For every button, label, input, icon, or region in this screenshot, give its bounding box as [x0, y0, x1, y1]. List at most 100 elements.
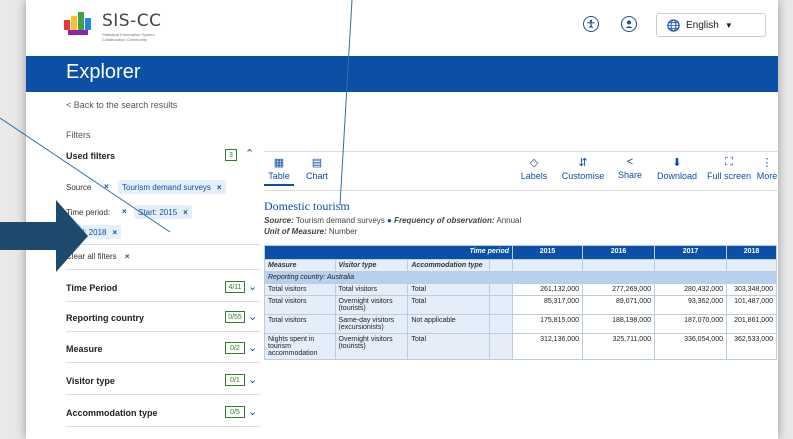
start-filter-chip[interactable]: Start: 2015 ×: [134, 205, 192, 219]
fullscreen-label: Full screen: [706, 171, 751, 181]
share-button[interactable]: < Share: [615, 156, 645, 180]
chevron-down-icon[interactable]: ⌄: [248, 373, 257, 386]
value-cell[interactable]: 89,071,000: [582, 295, 655, 315]
download-label: Download: [656, 171, 698, 181]
time-period-header: Time period: [264, 245, 513, 260]
table-row: Total visitors Overnight visitors (touri…: [264, 295, 777, 315]
dataset-unit-line: Unit of Measure: Number: [264, 227, 357, 236]
value-cell[interactable]: 175,815,000: [512, 314, 583, 334]
more-button[interactable]: ⋮ More: [756, 156, 778, 181]
empty-cell: [512, 259, 583, 272]
filter-count-badge: 0/1: [225, 374, 245, 386]
clear-all-filters-link[interactable]: Clear all filters ×: [66, 252, 130, 261]
back-to-search-link[interactable]: < Back to the search results: [66, 100, 177, 110]
empty-cell: [726, 259, 777, 272]
unit-meta-value: Number: [328, 227, 358, 236]
data-table: Time period 2015 2016 2017 2018 Measure …: [264, 245, 777, 360]
value-cell[interactable]: 280,432,000: [654, 283, 727, 296]
more-icon: ⋮: [761, 157, 773, 169]
close-icon: ×: [124, 252, 130, 261]
filter-count-badge: 0/2: [225, 342, 245, 354]
accommodation-cell: Total: [407, 333, 491, 360]
customise-button[interactable]: ⇵ Customise: [560, 156, 606, 181]
year-header[interactable]: 2017: [654, 245, 727, 260]
language-selector[interactable]: English ▼: [656, 13, 766, 37]
customise-icon: ⇵: [578, 157, 588, 169]
value-cell[interactable]: 362,533,000: [726, 333, 777, 360]
close-icon[interactable]: ×: [112, 228, 117, 237]
accommodation-cell: Not applicable: [407, 314, 491, 334]
chart-icon: ▤: [311, 157, 323, 169]
visitor-type-cell: Total visitors: [334, 283, 409, 296]
empty-cell: [489, 259, 513, 272]
customise-label: Customise: [561, 171, 605, 181]
language-label: English: [686, 19, 719, 31]
top-bar: SIS-CC Statistical Information System Co…: [26, 0, 778, 56]
source-meta-value: Tourism demand surveys: [295, 216, 385, 225]
chart-label: Chart: [305, 171, 328, 181]
divider: [66, 331, 260, 332]
logo-title: SIS-CC: [102, 11, 162, 31]
accessibility-icon[interactable]: [583, 16, 599, 32]
remove-source-icon[interactable]: ×: [104, 182, 109, 191]
accommodation-col-header: Accommodation type: [407, 259, 491, 272]
chevron-down-icon[interactable]: ⌄: [248, 280, 257, 293]
value-cell[interactable]: 312,136,000: [512, 333, 583, 360]
start-chip-label: Start: 2015: [138, 207, 178, 217]
chevron-down-icon[interactable]: ⌄: [248, 341, 257, 354]
chevron-down-icon[interactable]: ⌄: [248, 405, 257, 418]
frequency-meta-label: Frequency of observation:: [394, 216, 495, 225]
value-cell[interactable]: 85,317,000: [512, 295, 583, 315]
download-button[interactable]: ⬇ Download: [653, 156, 701, 181]
table-view-button[interactable]: ▦ Table: [264, 156, 294, 186]
measure-col-header: Measure: [264, 259, 336, 272]
value-cell[interactable]: 101,487,000: [726, 295, 777, 315]
chart-view-button[interactable]: ▤ Chart: [304, 156, 330, 181]
empty-cell: [489, 314, 513, 334]
divider: [66, 394, 260, 395]
end-filter-chip[interactable]: End: 2018 ×: [66, 225, 122, 239]
chevron-up-icon[interactable]: ⌃: [245, 147, 254, 160]
source-filter-chip[interactable]: Tourism demand surveys ×: [118, 180, 226, 194]
visitor-type-col-header: Visitor type: [334, 259, 409, 272]
visitor-type-cell: Overnight visitors (tourists): [334, 333, 409, 360]
fullscreen-button[interactable]: ⛶ Full screen: [705, 156, 753, 181]
close-icon[interactable]: ×: [183, 208, 188, 217]
globe-icon: [667, 18, 680, 32]
divider: [66, 362, 260, 363]
accommodation-cell: Total: [407, 283, 491, 296]
value-cell[interactable]: 303,348,000: [726, 283, 777, 296]
sis-cc-logo[interactable]: SIS-CC Statistical Information System Co…: [60, 8, 190, 48]
value-cell[interactable]: 201,861,000: [726, 314, 777, 334]
remove-time-period-icon[interactable]: ×: [122, 207, 127, 216]
year-header[interactable]: 2016: [582, 245, 655, 260]
value-cell[interactable]: 277,269,000: [582, 283, 655, 296]
chevron-down-icon[interactable]: ⌄: [248, 310, 257, 323]
measure-cell: Total visitors: [264, 283, 336, 296]
more-label: More: [756, 171, 778, 181]
filters-title: Filters: [66, 130, 91, 140]
close-icon[interactable]: ×: [217, 183, 222, 192]
value-cell[interactable]: 187,070,000: [654, 314, 727, 334]
logo-subtitle: Statistical Information System Collabora…: [102, 32, 155, 42]
labels-label: Labels: [520, 171, 548, 181]
divider: [66, 269, 260, 270]
value-cell[interactable]: 325,711,000: [582, 333, 655, 360]
value-cell[interactable]: 93,362,000: [654, 295, 727, 315]
empty-cell: [654, 259, 727, 272]
unit-meta-label: Unit of Measure:: [264, 227, 327, 236]
value-cell[interactable]: 261,132,000: [512, 283, 583, 296]
explorer-brand[interactable]: Explorer: [66, 61, 140, 84]
year-header[interactable]: 2015: [512, 245, 583, 260]
source-chip-label: Tourism demand surveys: [122, 182, 211, 192]
account-icon[interactable]: [621, 16, 637, 32]
value-cell[interactable]: 336,054,000: [654, 333, 727, 360]
labels-button[interactable]: ◇ Labels: [519, 156, 549, 181]
logo-mark-icon: [64, 12, 91, 35]
year-header[interactable]: 2018: [726, 245, 777, 260]
visitor-type-cell: Same-day visitors (excursionists): [334, 314, 409, 334]
used-filters-count: 3: [225, 149, 237, 161]
value-cell[interactable]: 188,198,000: [582, 314, 655, 334]
measure-cell: Nights spent in tourism accommodation: [264, 333, 336, 360]
time-period-filter-label: Time period:: [66, 208, 111, 217]
